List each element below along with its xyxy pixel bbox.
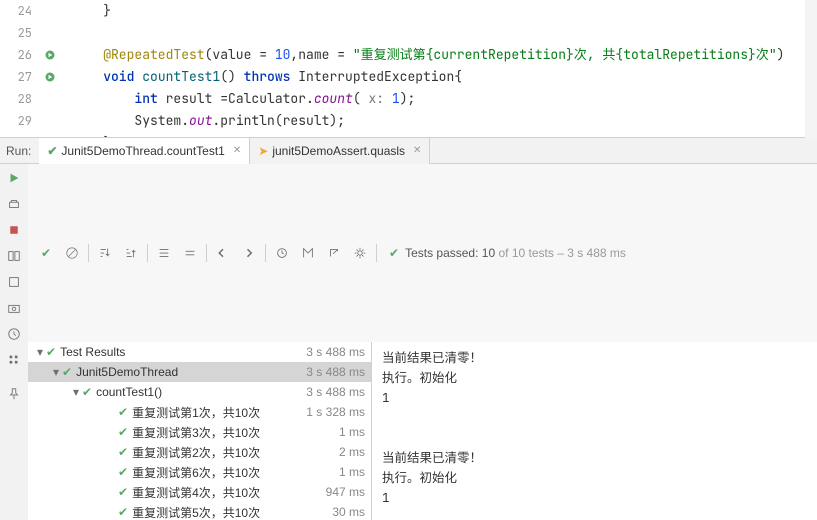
history-button[interactable] <box>4 324 24 344</box>
collapse-all-button[interactable] <box>178 241 202 265</box>
status-prefix: Tests passed: <box>405 246 478 260</box>
test-tree[interactable]: ▾✔Test Results3 s 488 ms▾✔Junit5DemoThre… <box>28 342 372 520</box>
import-button[interactable] <box>296 241 320 265</box>
settings-button[interactable] <box>348 241 372 265</box>
line-number-gutter: 24252627282930 <box>0 0 40 137</box>
test-tree-row[interactable]: ✔重复测试第4次，共10次947 ms <box>28 482 371 502</box>
run-tab[interactable]: ✔Junit5DemoThread.countTest1✕ <box>39 138 250 164</box>
close-tab-icon[interactable]: ✕ <box>413 145 421 156</box>
gutter-run-icon[interactable] <box>40 66 60 88</box>
prev-button[interactable] <box>211 241 235 265</box>
sort-down-button[interactable] <box>93 241 117 265</box>
pin-button[interactable] <box>4 272 24 292</box>
code-editor[interactable]: 24252627282930 } @RepeatedTest(value = 1… <box>0 0 817 138</box>
code-area[interactable]: } @RepeatedTest(value = 10,name = "重复测试第… <box>60 0 817 137</box>
console-output[interactable]: 当前结果已清零！ 执行。初始化 1 当前结果已清零！ 执行。初始化 1 1 1 … <box>372 342 817 520</box>
test-tree-row[interactable]: ▾✔Test Results3 s 488 ms <box>28 342 371 362</box>
editor-scrollbar[interactable] <box>805 0 817 138</box>
next-button[interactable] <box>237 241 261 265</box>
test-tree-row[interactable]: ▾✔Junit5DemoThread3 s 488 ms <box>28 362 371 382</box>
status-time: – 3 s 488 ms <box>557 246 626 260</box>
test-tree-row[interactable]: ✔重复测试第6次，共10次1 ms <box>28 462 371 482</box>
test-tree-row[interactable]: ✔重复测试第3次，共10次1 ms <box>28 422 371 442</box>
stop-button[interactable] <box>4 220 24 240</box>
test-tree-row[interactable]: ✔重复测试第1次，共10次1 s 328 ms <box>28 402 371 422</box>
gutter-run-icon[interactable] <box>40 44 60 66</box>
tests-button[interactable] <box>4 350 24 370</box>
test-tree-row[interactable]: ▾✔countTest1()3 s 488 ms <box>28 382 371 402</box>
show-passed-button[interactable]: ✔ <box>34 241 58 265</box>
run-label: Run: <box>0 144 39 158</box>
tests-status: ✔ Tests passed: 10 of 10 tests – 3 s 488… <box>389 246 626 260</box>
export-button[interactable] <box>270 241 294 265</box>
toggle-auto-test-button[interactable] <box>4 194 24 214</box>
run-tab[interactable]: ➤junit5DemoAssert.quasls✕ <box>250 138 430 164</box>
run-tool-tabs: Run: ✔Junit5DemoThread.countTest1✕➤junit… <box>0 138 817 164</box>
status-passed: 10 <box>482 246 495 260</box>
close-tab-icon[interactable]: ✕ <box>233 145 241 156</box>
camera-button[interactable] <box>4 298 24 318</box>
test-tree-row[interactable]: ✔重复测试第5次，共10次30 ms <box>28 502 371 520</box>
run-sidebar <box>0 164 28 520</box>
test-toolbar: ✔ ✔ Tests pass <box>28 164 817 342</box>
run-markers[interactable] <box>40 0 60 137</box>
pushpin-button[interactable] <box>4 384 24 404</box>
show-ignored-button[interactable] <box>60 241 84 265</box>
status-mid: of 10 tests <box>498 246 553 260</box>
open-button[interactable] <box>322 241 346 265</box>
sort-up-button[interactable] <box>119 241 143 265</box>
test-tree-row[interactable]: ✔重复测试第2次，共10次2 ms <box>28 442 371 462</box>
rerun-button[interactable] <box>4 168 24 188</box>
expand-all-button[interactable] <box>152 241 176 265</box>
layout-button[interactable] <box>4 246 24 266</box>
